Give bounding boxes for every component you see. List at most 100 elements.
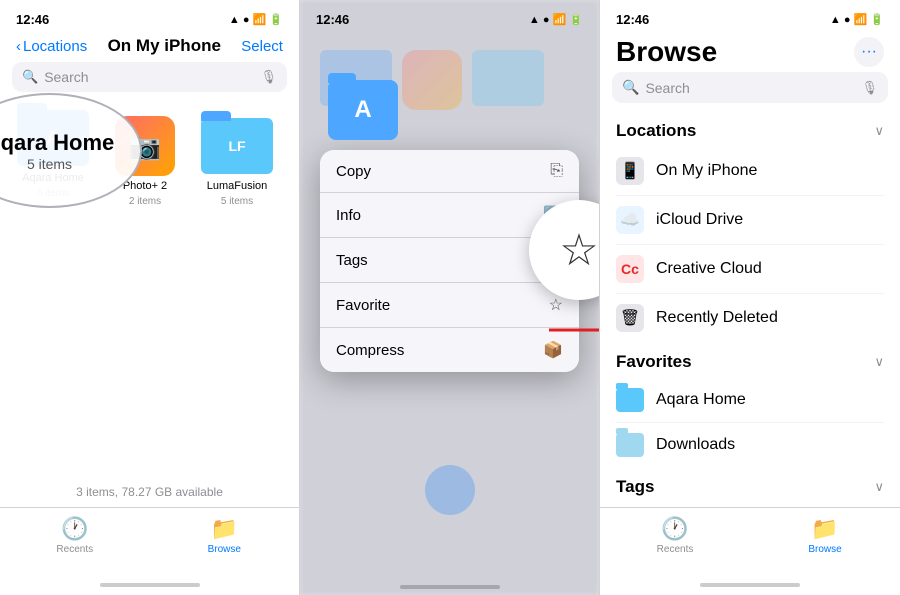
context-item-favorite[interactable]: Favorite ☆ bbox=[320, 283, 579, 328]
favorites-chevron-icon[interactable]: ∨ bbox=[874, 354, 884, 370]
chevron-left-icon: ‹ bbox=[16, 38, 21, 55]
favorite-item-aqara[interactable]: Aqara Home bbox=[616, 378, 884, 423]
tab-browse-browse[interactable]: 📁 Browse bbox=[750, 516, 900, 555]
mic-icon-1: 🎙 bbox=[260, 69, 277, 85]
file-item-luma[interactable]: LF LumaFusion 5 items bbox=[196, 116, 278, 469]
favorite-item-downloads[interactable]: Downloads bbox=[616, 423, 884, 467]
location-item-iphone[interactable]: 📱 On My iPhone bbox=[616, 147, 884, 196]
search-icon-1: 🔍 bbox=[22, 69, 38, 85]
search-bar-1[interactable]: 🔍 Search 🎙 bbox=[12, 62, 287, 92]
home-indicator-2 bbox=[400, 585, 500, 589]
downloads-folder-icon bbox=[616, 433, 644, 457]
context-item-copy[interactable]: Copy ⎘ bbox=[320, 150, 579, 193]
status-icons-browse: ▲ ● 📶 🔋 bbox=[830, 13, 884, 26]
compress-label: Compress bbox=[336, 342, 404, 359]
select-button[interactable]: Select bbox=[241, 38, 283, 55]
tab-bar-1: 🕐 Recents 📁 Browse bbox=[0, 507, 299, 575]
tab-browse-1[interactable]: 📁 Browse bbox=[150, 516, 300, 555]
aqara-fav-label: Aqara Home bbox=[656, 391, 746, 409]
nav-bar-1: ‹ Locations On My iPhone Select bbox=[0, 32, 299, 62]
status-bar-browse: 12:46 ▲ ● 📶 🔋 bbox=[600, 0, 900, 32]
tab-bar-browse: 🕐 Recents 📁 Browse bbox=[600, 507, 900, 575]
icloud-icon-symbol: ☁️ bbox=[620, 210, 640, 230]
context-item-compress[interactable]: Compress 📦 bbox=[320, 328, 579, 372]
favorites-section-header: Favorites ∨ bbox=[616, 342, 884, 378]
tab-recents-browse[interactable]: 🕐 Recents bbox=[600, 516, 750, 555]
context-folder-row: A bbox=[320, 80, 579, 144]
browse-title: Browse bbox=[616, 36, 717, 68]
favorite-icon: ☆ bbox=[549, 295, 563, 315]
storage-status: 3 items, 78.27 GB available bbox=[0, 477, 299, 507]
iphone-label: On My iPhone bbox=[656, 162, 757, 180]
search-wrap-1: 🔍 Search 🎙 bbox=[0, 62, 299, 100]
aqara-file-count: 5 items bbox=[37, 188, 69, 199]
cc-icon: Cc bbox=[616, 255, 644, 283]
iphone-device-icon: 📱 bbox=[616, 157, 644, 185]
recents-icon-browse: 🕐 bbox=[661, 516, 688, 542]
tab-recents-1[interactable]: 🕐 Recents bbox=[0, 516, 150, 555]
home-indicator-1 bbox=[0, 575, 299, 595]
photo-file-name: Photo+ 2 bbox=[123, 180, 167, 192]
tags-section-header: Tags ∨ bbox=[616, 467, 884, 503]
locations-title: Locations bbox=[616, 121, 696, 141]
aqara-logo: A bbox=[47, 128, 60, 149]
bottom-circle-1 bbox=[425, 465, 475, 515]
locations-section-header: Locations ∨ bbox=[616, 111, 884, 147]
status-time-1: 12:46 bbox=[16, 12, 49, 27]
copy-icon: ⎘ bbox=[550, 162, 563, 180]
status-time-browse: 12:46 bbox=[616, 12, 649, 27]
phone-1: 12:46 ▲ ● 📶 🔋 ‹ Locations On My iPhone S… bbox=[0, 0, 300, 595]
status-bar-1: 12:46 ▲ ● 📶 🔋 bbox=[0, 0, 299, 32]
photo-app-icon: 📷 bbox=[115, 116, 175, 176]
star-icon: ☆ bbox=[559, 225, 598, 276]
file-item-photo[interactable]: 📷 Photo+ 2 2 items bbox=[104, 116, 186, 469]
info-label: Info bbox=[336, 207, 361, 224]
browse-search-placeholder: Search bbox=[645, 80, 689, 96]
location-item-cc[interactable]: Cc Creative Cloud bbox=[616, 245, 884, 294]
browse-top-bar: Browse ··· bbox=[600, 32, 900, 72]
trash-label: Recently Deleted bbox=[656, 309, 778, 327]
status-bar-2: 12:46 ▲ ● 📶 🔋 bbox=[300, 0, 599, 32]
browse-search-wrap: 🔍 Search 🎙 bbox=[600, 72, 900, 111]
trash-icon: 🗑 bbox=[616, 304, 644, 332]
tags-title: Tags bbox=[616, 477, 654, 497]
location-item-icloud[interactable]: ☁️ iCloud Drive bbox=[616, 196, 884, 245]
nav-title-1: On My iPhone bbox=[108, 36, 221, 56]
tags-chevron-icon[interactable]: ∨ bbox=[874, 479, 884, 495]
file-item-aqara[interactable]: A Aqara Home 5 items Aqara Home 5 items bbox=[12, 108, 94, 469]
cc-icon-symbol: Cc bbox=[621, 261, 639, 277]
luma-file-count: 5 items bbox=[221, 196, 253, 207]
photo-file-count: 2 items bbox=[129, 196, 161, 207]
browse-label-1: Browse bbox=[208, 544, 241, 555]
recents-label-1: Recents bbox=[56, 544, 93, 555]
cc-label: Creative Cloud bbox=[656, 260, 762, 278]
browse-more-button[interactable]: ··· bbox=[854, 37, 884, 67]
aqara-folder-icon: A bbox=[17, 108, 89, 168]
browse-content: Locations ∨ 📱 On My iPhone ☁️ iCloud Dri… bbox=[600, 111, 900, 507]
bottom-blurred-row bbox=[300, 465, 599, 515]
status-icons-1: ▲ ● 📶 🔋 bbox=[229, 13, 283, 26]
downloads-fav-label: Downloads bbox=[656, 436, 735, 454]
luma-file-name: LumaFusion bbox=[207, 180, 268, 192]
search-placeholder-1: Search bbox=[44, 69, 88, 85]
recents-icon-1: 🕐 bbox=[61, 516, 88, 542]
location-item-trash[interactable]: 🗑 Recently Deleted bbox=[616, 294, 884, 342]
red-arrow bbox=[549, 318, 600, 342]
favorites-list: Aqara Home Downloads bbox=[616, 378, 884, 467]
browse-label-browse: Browse bbox=[808, 544, 841, 555]
iphone-icon-symbol: 📱 bbox=[620, 161, 640, 181]
context-arara-logo: A bbox=[354, 96, 371, 124]
aqara-file-name: Aqara Home bbox=[22, 172, 84, 184]
browse-search-icon: 🔍 bbox=[622, 79, 639, 96]
nav-back-label: Locations bbox=[23, 38, 87, 55]
copy-label: Copy bbox=[336, 163, 371, 180]
recents-label-browse: Recents bbox=[657, 544, 694, 555]
compress-icon: 📦 bbox=[543, 340, 563, 360]
nav-back-button[interactable]: ‹ Locations bbox=[16, 38, 87, 55]
browse-search-bar[interactable]: 🔍 Search 🎙 bbox=[612, 72, 888, 103]
context-folder-icon: A bbox=[328, 80, 398, 140]
home-indicator-browse bbox=[600, 575, 900, 595]
locations-chevron-icon[interactable]: ∨ bbox=[874, 123, 884, 139]
browse-icon-1: 📁 bbox=[211, 516, 238, 542]
trash-icon-symbol: 🗑 bbox=[620, 308, 640, 328]
